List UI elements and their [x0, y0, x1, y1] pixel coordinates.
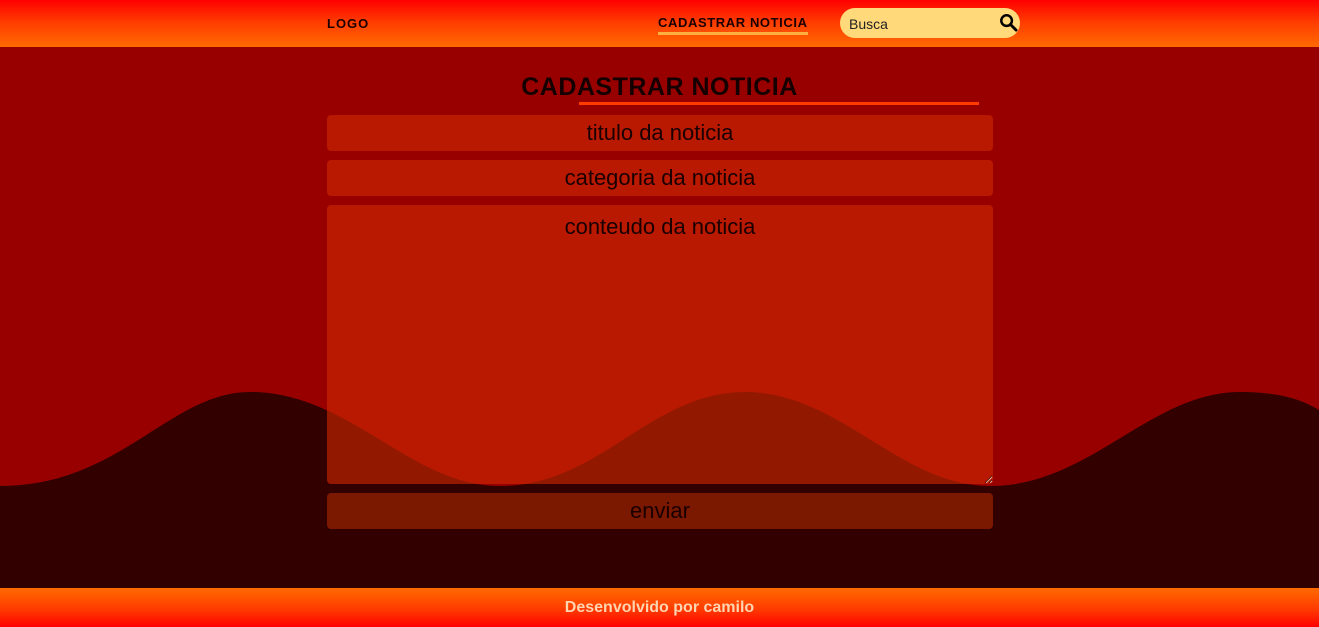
footer-credit: Desenvolvido por camilo: [564, 599, 755, 616]
nav-link-cadastrar-noticia[interactable]: CADASTRAR NOTICIA: [658, 15, 808, 35]
news-content-textarea[interactable]: [327, 205, 993, 484]
news-title-input[interactable]: [327, 115, 993, 151]
search-icon[interactable]: [999, 13, 1018, 32]
title-underline: [579, 102, 979, 105]
search-box: [840, 8, 1020, 38]
footer: Desenvolvido por camilo: [0, 588, 1319, 627]
submit-button[interactable]: enviar: [327, 493, 993, 529]
page-title: CADASTRAR NOTICIA: [521, 73, 798, 101]
news-category-input[interactable]: [327, 160, 993, 196]
top-header: LOGO CADASTRAR NOTICIA: [0, 0, 1319, 47]
search-input[interactable]: [849, 15, 994, 32]
logo[interactable]: LOGO: [327, 16, 369, 31]
